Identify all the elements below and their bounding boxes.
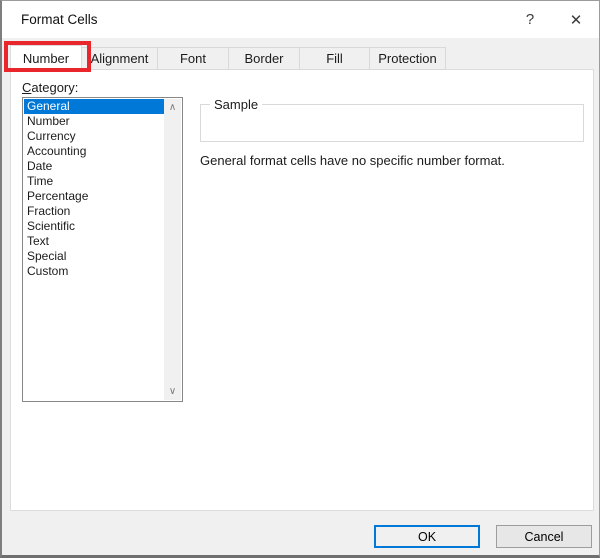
help-icon[interactable]: ? (507, 1, 553, 38)
tab-strip: Number Alignment Font Border Fill Protec… (10, 45, 446, 71)
scroll-down-icon[interactable]: ∨ (164, 383, 181, 400)
category-listbox[interactable]: General Number Currency Accounting Date Time P… (22, 97, 183, 402)
number-tab-page: Category: General Number Currency Accountin… (10, 69, 594, 511)
category-label: Category: (22, 80, 78, 95)
tab-alignment[interactable]: Alignment (82, 47, 158, 70)
scroll-up-icon[interactable]: ∧ (164, 99, 181, 116)
category-label-mnemonic: C (22, 80, 32, 95)
category-list-item[interactable]: Accounting (24, 144, 164, 159)
category-label-rest: ategory: (31, 80, 79, 95)
category-list-item[interactable]: Text (24, 234, 164, 249)
tab-number[interactable]: Number (10, 45, 82, 71)
category-list-item[interactable]: Fraction (24, 204, 164, 219)
sample-value (207, 115, 577, 129)
sample-groupbox: Sample (200, 97, 584, 142)
tab-fill[interactable]: Fill (300, 47, 370, 70)
ok-button[interactable]: OK (374, 525, 480, 548)
category-list-items: General Number Currency Accounting Date Time P… (24, 99, 164, 279)
dialog-title: Format Cells (21, 12, 98, 27)
category-list-item[interactable]: Percentage (24, 189, 164, 204)
tab-protection[interactable]: Protection (370, 47, 446, 70)
category-list-item[interactable]: Scientific (24, 219, 164, 234)
cancel-button[interactable]: Cancel (496, 525, 592, 548)
format-description-text: General format cells have no specific nu… (200, 153, 505, 168)
format-cells-dialog: Format Cells ? ✕ Number Alignment Font B… (0, 0, 600, 558)
category-list-item[interactable]: Custom (24, 264, 164, 279)
category-list-item[interactable]: Number (24, 114, 164, 129)
sample-group-label: Sample (210, 97, 263, 112)
title-bar: Format Cells ? ✕ (2, 1, 599, 38)
category-list-item[interactable]: Special (24, 249, 164, 264)
category-list-item[interactable]: General (24, 99, 164, 114)
tab-border[interactable]: Border (229, 47, 300, 70)
category-list-item[interactable]: Currency (24, 129, 164, 144)
listbox-scrollbar[interactable]: ∧ ∨ (164, 99, 181, 400)
category-list-item[interactable]: Date (24, 159, 164, 174)
close-icon[interactable]: ✕ (553, 1, 599, 38)
category-list-item[interactable]: Time (24, 174, 164, 189)
tab-font[interactable]: Font (158, 47, 229, 70)
